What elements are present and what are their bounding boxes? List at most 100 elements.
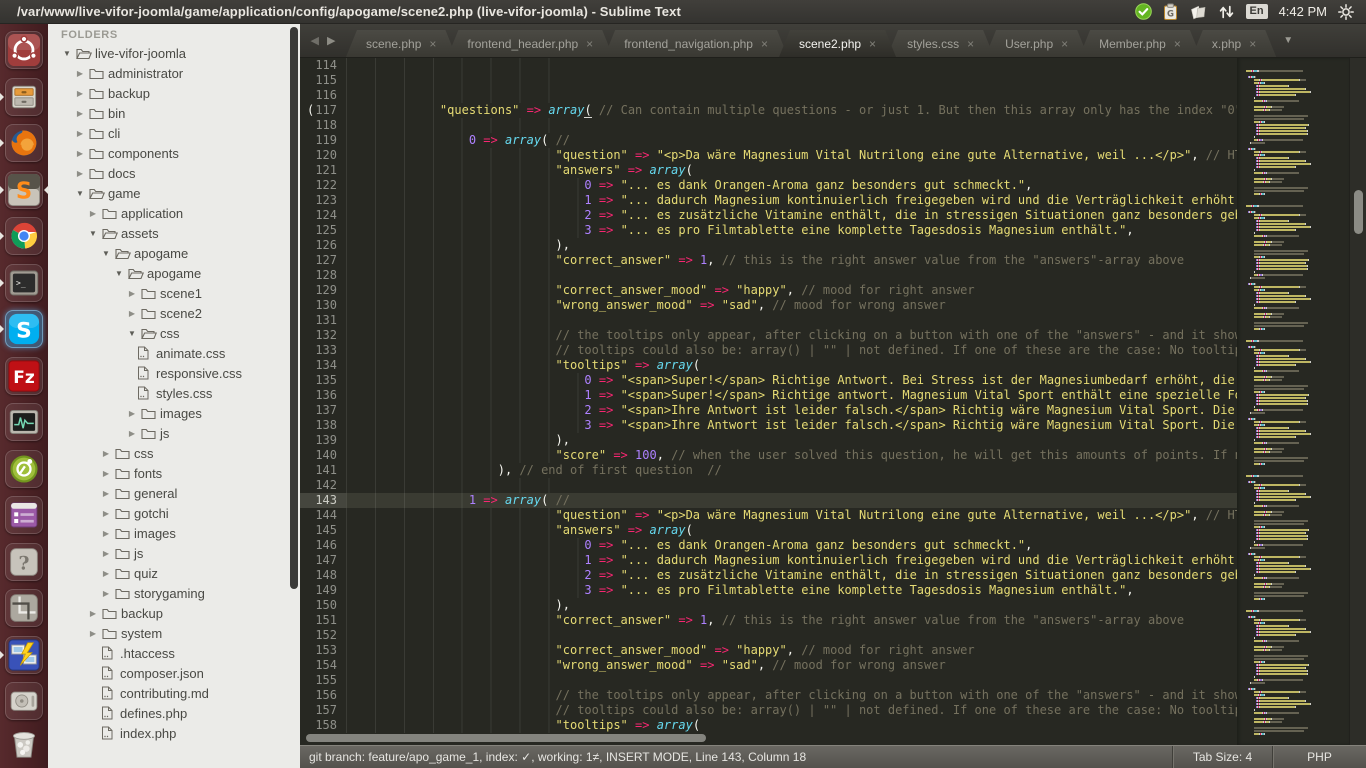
code-line-144[interactable]: 144 "question" => "<p>Da wäre Magnesium … — [300, 508, 1237, 523]
launcher-item-remote-desktop[interactable] — [5, 636, 43, 674]
chevron-right-icon[interactable]: ▶ — [101, 509, 111, 518]
code-line-117[interactable]: (117 "questions" => array( // Can contai… — [300, 103, 1237, 118]
chevron-right-icon[interactable]: ▶ — [88, 629, 98, 638]
tab-close-icon[interactable]: × — [967, 39, 974, 49]
code-line-148[interactable]: 148 2 => "... es zusätzliche Vitamine en… — [300, 568, 1237, 583]
code-line-151[interactable]: 151 "correct_answer" => 1, // this is th… — [300, 613, 1237, 628]
sidebar-item-scene1[interactable]: ▶scene1 — [48, 283, 300, 303]
chevron-right-icon[interactable]: ▶ — [101, 589, 111, 598]
code-line-140[interactable]: 140 "score" => 100, // when the user sol… — [300, 448, 1237, 463]
chevron-down-icon[interactable]: ▼ — [62, 49, 72, 58]
chevron-down-icon[interactable]: ▼ — [127, 329, 137, 338]
launcher-item-android-studio[interactable] — [5, 450, 43, 488]
code-line-152[interactable]: 152 — [300, 628, 1237, 643]
sidebar-item-gotchi[interactable]: ▶gotchi — [48, 503, 300, 523]
tab-close-icon[interactable]: × — [1249, 39, 1256, 49]
sidebar-item-components[interactable]: ▶components — [48, 143, 300, 163]
code-line-120[interactable]: 120 "question" => "<p>Da wäre Magnesium … — [300, 148, 1237, 163]
chevron-right-icon[interactable]: ▶ — [75, 109, 85, 118]
chevron-right-icon[interactable]: ▶ — [127, 409, 137, 418]
code-line-143[interactable]: 143 1 => array( // — [300, 493, 1237, 508]
code-line-131[interactable]: 131 — [300, 313, 1237, 328]
launcher-item-firefox[interactable] — [5, 124, 43, 162]
tab-close-icon[interactable]: × — [429, 39, 436, 49]
sidebar-item-general[interactable]: ▶general — [48, 483, 300, 503]
clipboard-icon[interactable]: G — [1163, 2, 1178, 22]
chevron-right-icon[interactable]: ▶ — [75, 69, 85, 78]
chevron-right-icon[interactable]: ▶ — [101, 549, 111, 558]
launcher-item-filezilla[interactable]: Fz — [5, 357, 43, 395]
chevron-right-icon[interactable]: ▶ — [101, 469, 111, 478]
chevron-right-icon[interactable]: ▶ — [75, 169, 85, 178]
sidebar-item-css[interactable]: ▼css — [48, 323, 300, 343]
session-gear-icon[interactable] — [1338, 2, 1354, 22]
launcher-item-disk-utility[interactable] — [5, 682, 43, 720]
code-line-133[interactable]: 133 // tooltips could also be: array() |… — [300, 343, 1237, 358]
history-back-button[interactable]: ◀ — [311, 34, 319, 47]
code-line-118[interactable]: 118 — [300, 118, 1237, 133]
tab-close-icon[interactable]: × — [1061, 39, 1068, 49]
code-line-153[interactable]: 153 "correct_answer_mood" => "happy", //… — [300, 643, 1237, 658]
sidebar-item-application[interactable]: ▶application — [48, 203, 300, 223]
sticky-notes-icon[interactable] — [1189, 2, 1207, 22]
code-line-136[interactable]: 136 1 => "<span>Super!</span> Richtige a… — [300, 388, 1237, 403]
sync-arrows-icon[interactable] — [1218, 2, 1235, 22]
launcher-item-terminal[interactable]: >_ — [5, 264, 43, 302]
code-line-135[interactable]: 135 0 => "<span>Super!</span> Richtige A… — [300, 373, 1237, 388]
sidebar-item-live-vifor-joomla[interactable]: ▼live-vifor-joomla — [48, 43, 300, 63]
launcher-item-system-monitor[interactable] — [5, 403, 43, 441]
sidebar-item-docs[interactable]: ▶docs — [48, 163, 300, 183]
code-line-149[interactable]: 149 3 => "... es pro Filmtablette eine k… — [300, 583, 1237, 598]
minimap[interactable] — [1237, 58, 1349, 745]
tab-frontend-navigation.php[interactable]: frontend_navigation.php× — [604, 30, 788, 57]
chevron-right-icon[interactable]: ▶ — [127, 289, 137, 298]
tab-close-icon[interactable]: × — [586, 39, 593, 49]
chevron-down-icon[interactable]: ▼ — [75, 189, 85, 198]
chevron-right-icon[interactable]: ▶ — [75, 129, 85, 138]
sidebar-item-backup[interactable]: ▶backup — [48, 603, 300, 623]
sidebar-item-system[interactable]: ▶system — [48, 623, 300, 643]
sidebar-item-index.php[interactable]: index.php — [48, 723, 300, 743]
code-line-146[interactable]: 146 0 => "... es dank Orangen-Aroma ganz… — [300, 538, 1237, 553]
launcher-item-file-manager[interactable] — [5, 78, 43, 116]
code-line-137[interactable]: 137 2 => "<span>Ihre Antwort ist leider … — [300, 403, 1237, 418]
tab-x.php[interactable]: x.php× — [1192, 30, 1276, 57]
code-line-121[interactable]: 121 "answers" => array( — [300, 163, 1237, 178]
tab-close-icon[interactable]: × — [1174, 39, 1181, 49]
sidebar-item-assets[interactable]: ▼assets — [48, 223, 300, 243]
code-line-157[interactable]: 157 // tooltips could also be: array() |… — [300, 703, 1237, 718]
code-line-124[interactable]: 124 2 => "... es zusätzliche Vitamine en… — [300, 208, 1237, 223]
code-line-154[interactable]: 154 "wrong_answer_mood" => "sad", // moo… — [300, 658, 1237, 673]
chevron-right-icon[interactable]: ▶ — [101, 529, 111, 538]
launcher-item-ubuntu-dash[interactable] — [5, 31, 43, 69]
sidebar-item-js[interactable]: ▶js — [48, 423, 300, 443]
launcher-item-package-manager[interactable] — [5, 496, 43, 534]
sidebar-item-fonts[interactable]: ▶fonts — [48, 463, 300, 483]
launcher-item-skype[interactable]: S — [5, 310, 43, 348]
clock[interactable]: 4:42 PM — [1279, 2, 1327, 22]
chevron-down-icon[interactable]: ▼ — [114, 269, 124, 278]
launcher-item-trash[interactable] — [5, 724, 43, 762]
code-line-132[interactable]: 132 // the tooltips only appear, after c… — [300, 328, 1237, 343]
chevron-right-icon[interactable]: ▶ — [127, 309, 137, 318]
code-line-115[interactable]: 115 — [300, 73, 1237, 88]
code-line-122[interactable]: 122 0 => "... es dank Orangen-Aroma ganz… — [300, 178, 1237, 193]
chevron-right-icon[interactable]: ▶ — [75, 149, 85, 158]
chevron-right-icon[interactable]: ▶ — [101, 489, 111, 498]
sidebar-item-css[interactable]: ▶css — [48, 443, 300, 463]
sidebar-item-apogame[interactable]: ▼apogame — [48, 263, 300, 283]
sidebar-item-backup[interactable]: ▶backup — [48, 83, 300, 103]
code-line-158[interactable]: 158 "tooltips" => array( — [300, 718, 1237, 733]
code-line-145[interactable]: 145 "answers" => array( — [300, 523, 1237, 538]
sidebar-item-scene2[interactable]: ▶scene2 — [48, 303, 300, 323]
code-line-125[interactable]: 125 3 => "... es pro Filmtablette eine k… — [300, 223, 1237, 238]
horizontal-scrollbar-handle[interactable] — [306, 734, 706, 742]
code-line-116[interactable]: 116 — [300, 88, 1237, 103]
sidebar-item-contributing.md[interactable]: contributing.md — [48, 683, 300, 703]
launcher-item-help-viewer[interactable]: ? — [5, 543, 43, 581]
vertical-scrollbar-handle[interactable] — [1354, 190, 1363, 234]
code-line-126[interactable]: 126 ), — [300, 238, 1237, 253]
code-line-128[interactable]: 128 — [300, 268, 1237, 283]
code-line-119[interactable]: 119 0 => array( // — [300, 133, 1237, 148]
chevron-down-icon[interactable]: ▼ — [88, 229, 98, 238]
